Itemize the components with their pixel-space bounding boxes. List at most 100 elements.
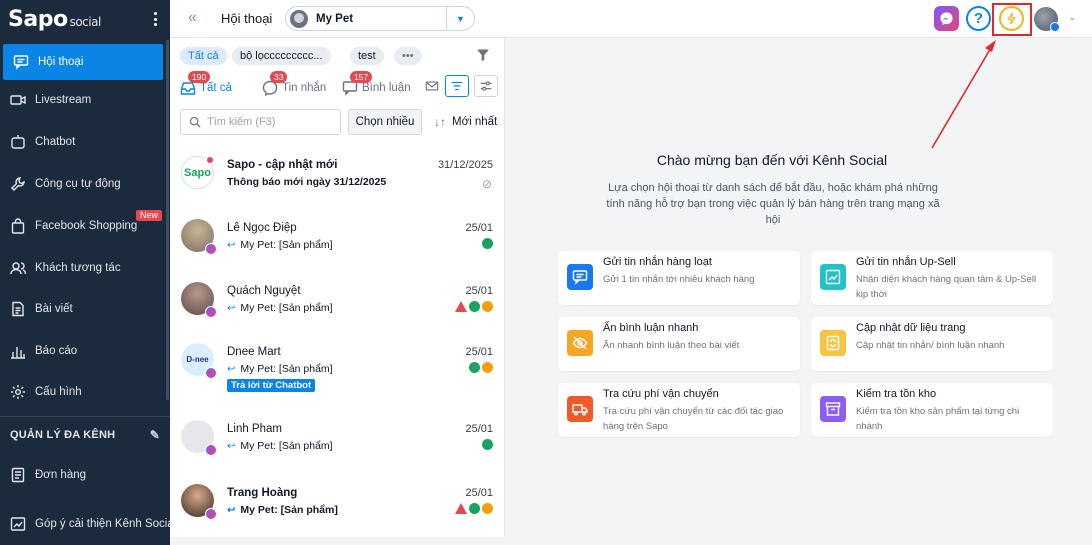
help-icon[interactable]: ? [966, 6, 991, 31]
tab-count-badge: 190 [188, 71, 211, 83]
avatar [181, 219, 217, 255]
messenger-icon [205, 444, 217, 456]
page-title: Hội thoại [221, 11, 273, 26]
unread-dot [206, 156, 214, 164]
welcome-area: Chào mừng bạn đến với Kênh Social Lựa ch… [506, 38, 1092, 545]
tab-binh-luan[interactable]: Bình luận 157 [342, 71, 411, 98]
feature-card-hide-comment[interactable]: Ẩn bình luận nhanh Ẩn nhanh bình luận th… [558, 317, 800, 371]
robot-icon [10, 134, 26, 150]
sidebar-item-facebook-shopping[interactable]: Facebook Shopping New [0, 208, 170, 244]
cart-icon [482, 362, 493, 373]
sidebar-item-bao-cao[interactable]: Báo cáo [0, 333, 170, 369]
chip-tat-ca[interactable]: Tất cả [180, 47, 227, 65]
sidebar-section-title: QUẢN LÝ ĐA KÊNH ✎ [10, 428, 160, 442]
feature-card-broadcast[interactable]: Gửi tin nhắn hàng loạt Gửi 1 tin nhắn tớ… [558, 251, 800, 305]
list-item[interactable]: Trang Hoàng 25/01 ↩ My Pet: [Sản phẩm] [170, 484, 505, 544]
reply-icon: ↩ [227, 440, 236, 452]
sidebar-item-chatbot[interactable]: Chatbot [0, 124, 170, 160]
brand[interactable]: Sapo social [0, 0, 170, 38]
shopping-bag-icon [10, 218, 26, 234]
messenger-icon [205, 508, 217, 520]
chip-test[interactable]: test [350, 47, 384, 65]
feature-card-shipping[interactable]: Tra cứu phí vận chuyển Tra cứu phí vận c… [558, 383, 800, 437]
messenger-icon [205, 243, 217, 255]
tab-tat-ca[interactable]: Tất cả 190 [180, 71, 232, 98]
feature-card-sync[interactable]: Cập nhật dữ liệu trang Cập nhật tin nhắn… [811, 317, 1053, 371]
phone-icon [469, 503, 480, 514]
archive-icon [820, 396, 846, 422]
wrench-icon [10, 176, 26, 192]
reply-icon: ↩ [227, 504, 236, 516]
sidebar-scrollbar[interactable] [166, 40, 169, 400]
feature-card-inventory[interactable]: Kiểm tra tồn kho Kiểm tra tồn kho sản ph… [811, 383, 1053, 437]
pencil-icon[interactable]: ✎ [150, 428, 160, 442]
chevron-down-icon[interactable]: ⌄ [1068, 12, 1076, 23]
sidebar-item-don-hang[interactable]: Đơn hàng [0, 457, 170, 493]
list-item[interactable]: Quách Nguyệt 25/01 ↩ My Pet: [Sản phẩm] [170, 282, 505, 342]
avatar [181, 420, 217, 456]
chip-more[interactable]: ••• [394, 47, 422, 65]
messenger-icon [205, 306, 217, 318]
bar-chart-icon [10, 343, 26, 359]
chatbot-tag: Trả lời từ Chatbot [227, 379, 316, 392]
welcome-description: Lựa chọn hội thoại từ danh sách để bắt đ… [606, 182, 940, 226]
tab-tin-nhan[interactable]: Tin nhắn 33 [262, 71, 326, 98]
page-avatar [290, 9, 308, 28]
list-item[interactable]: D-nee Dnee Mart 25/01 ↩ My Pet: [Sản phẩm… [170, 343, 505, 403]
sort-lines-icon[interactable] [445, 75, 469, 97]
page-selector[interactable]: My Pet ▼ [285, 6, 475, 31]
list-item[interactable]: Sapo Sapo - cập nhật mới 31/12/2025 Thôn… [170, 156, 505, 216]
unpin-icon[interactable]: ⊘ [482, 177, 492, 191]
phone-icon [469, 301, 480, 312]
sliders-icon[interactable] [474, 75, 498, 97]
sidebar-item-cau-hinh[interactable]: Cấu hình [0, 374, 170, 410]
status-icons [482, 439, 493, 450]
more-vertical-icon[interactable] [154, 12, 158, 26]
choose-many-button[interactable]: Chọn nhiều [348, 109, 422, 135]
conversation-list-panel: Tất cả bộ lọccccccccc... test ••• Tất cả… [170, 38, 505, 545]
mail-icon[interactable] [420, 75, 444, 97]
avatar [181, 282, 217, 318]
phone-icon [482, 238, 493, 249]
sidebar-item-bai-viet[interactable]: Bài viết [0, 291, 170, 327]
top-header: « Hội thoại My Pet ▼ ? ⌄ [170, 0, 1092, 38]
warning-icon [455, 503, 467, 514]
warning-icon [455, 301, 467, 312]
cart-icon [482, 503, 493, 514]
sidebar-item-livestream[interactable]: Livestream [0, 82, 170, 118]
order-icon [10, 467, 26, 483]
reply-icon: ↩ [227, 239, 236, 251]
sidebar-item-khach-tuong-tac[interactable]: Khách tương tác [0, 250, 170, 286]
sidebar-item-gop-y[interactable]: Góp ý cải thiện Kênh Social [0, 506, 170, 542]
highlight-box [992, 3, 1032, 36]
messenger-icon [205, 367, 217, 379]
gear-icon [10, 384, 26, 400]
trend-icon [820, 264, 846, 290]
status-icons [482, 238, 493, 249]
sidebar-item-cong-cu-tu-dong[interactable]: Công cụ tự động [0, 166, 170, 202]
chip-bo-loc[interactable]: bộ lọccccccccc... [232, 47, 331, 65]
search-input[interactable] [207, 116, 327, 128]
messenger-icon[interactable] [934, 6, 959, 31]
video-icon [10, 92, 26, 108]
new-badge: New [135, 210, 162, 221]
avatar: Sapo [181, 156, 214, 189]
filter-icon[interactable] [476, 48, 490, 62]
phone-icon [482, 439, 493, 450]
collapse-sidebar-icon[interactable]: « [188, 10, 197, 26]
search-icon [189, 116, 201, 128]
sidebar-item-hoi-thoai[interactable]: Hội thoại [3, 44, 163, 80]
sort-arrows-icon: ↓↑ [434, 115, 446, 129]
status-icons [469, 362, 493, 373]
status-icons [455, 503, 493, 514]
tab-count-badge: 33 [270, 71, 288, 83]
list-scrollbar[interactable] [170, 537, 505, 545]
list-item[interactable]: Lê Ngọc Điệp 25/01 ↩ My Pet: [Sản phẩm] [170, 219, 505, 279]
chevron-down-icon[interactable]: ▼ [446, 7, 474, 30]
broadcast-icon [567, 264, 593, 290]
list-item[interactable]: Linh Pham 25/01 ↩ My Pet: [Sản phẩm] [170, 420, 505, 480]
feature-card-upsell[interactable]: Gửi tin nhắn Up-Sell Nhận diện khách hàn… [811, 251, 1053, 305]
cart-icon [482, 301, 493, 312]
sapo-logo: Sapo social [8, 6, 101, 32]
sort-button[interactable]: ↓↑ Mới nhất [434, 115, 497, 129]
